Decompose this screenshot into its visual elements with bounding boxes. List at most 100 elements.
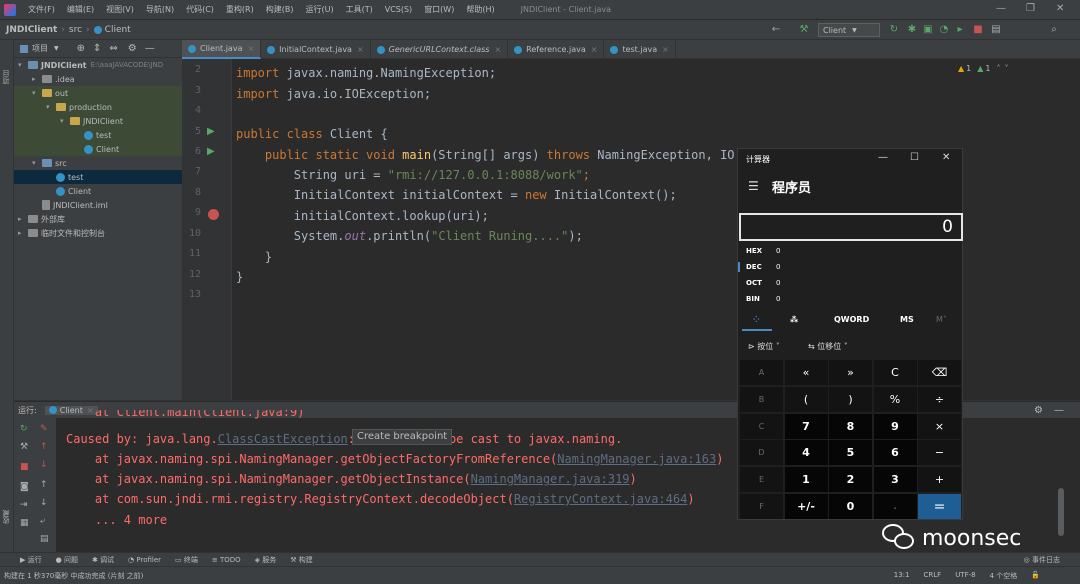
arrow-up-icon[interactable]: ↑ [40,442,48,452]
menu-window[interactable]: 窗口(W) [418,4,460,15]
menu-code[interactable]: 代码(C) [180,4,220,15]
tree-node[interactable]: ▸ .idea [14,72,182,86]
key-shift-right[interactable]: » [829,360,872,385]
wrench-icon[interactable]: ⚒ [20,442,28,452]
close-tab-icon[interactable]: × [662,45,669,54]
project-panel-title[interactable]: 项目 [32,43,48,54]
key-digit-5[interactable]: 5 [829,440,872,466]
key-hex-a[interactable]: A [740,360,783,385]
coverage-icon[interactable]: ▣ [922,24,934,36]
tab-reference-java[interactable]: Reference.java × [508,40,605,59]
project-tool-tab[interactable]: 项目 [1,70,13,84]
key-minus[interactable]: − [918,440,961,466]
tree-node[interactable]: ▾ src [14,156,182,170]
camera-icon[interactable]: ◙ [20,482,29,492]
tree-node[interactable]: ▾ out [14,86,182,100]
profile-icon[interactable]: ◔ [938,24,950,36]
memory-recall-button[interactable]: M˅ [936,315,947,324]
run-gutter-icon[interactable]: ▶ [207,126,215,137]
tab-client-java[interactable]: Client.java × [182,40,262,59]
chevron-up-icon[interactable]: ˄ [997,64,1001,73]
tool-tab-build[interactable]: ⚒ 构建 [290,555,313,565]
key-digit-4[interactable]: 4 [784,440,828,466]
key-hex-f[interactable]: F [740,494,783,519]
radix-hex[interactable]: HEX 0 [746,247,780,255]
radix-bin[interactable]: BIN 0 [746,295,780,303]
close-icon[interactable]: ✕ [942,152,950,163]
tree-node[interactable]: test [14,170,182,184]
key-digit-3[interactable]: 3 [873,467,917,493]
word-size-button[interactable]: QWORD [834,315,869,324]
close-window-icon[interactable]: ✕ [1056,3,1064,14]
minimize-icon[interactable]: — [878,152,888,163]
lock-icon[interactable]: 🔓 [1031,571,1040,581]
key-hex-b[interactable]: B [740,386,783,412]
tool-tab-debug[interactable]: ✱ 调试 [92,555,114,565]
tree-node[interactable]: Client [14,142,182,156]
tree-node[interactable]: ▸ 临时文件和控制台 [14,226,182,240]
radix-oct[interactable]: OCT 0 [746,279,780,287]
menu-tools[interactable]: 工具(T) [340,4,379,15]
rerun-icon[interactable]: ↻ [20,424,28,434]
hamburger-menu-icon[interactable]: ☰ [748,179,759,193]
key-hex-d[interactable]: D [740,440,783,466]
line-separator[interactable]: CRLF [924,571,942,581]
key-digit-9[interactable]: 9 [873,413,917,439]
project-structure-icon[interactable]: ▤ [990,24,1002,36]
chevron-down-icon[interactable]: ▾ [46,103,54,111]
key-close-paren[interactable]: ) [829,386,872,412]
menu-help[interactable]: 帮助(H) [460,4,500,15]
key-digit-7[interactable]: 7 [784,413,828,439]
chevron-right-icon[interactable]: ▸ [18,215,26,223]
key-multiply[interactable]: × [918,413,961,439]
maximize-icon[interactable]: ☐ [910,152,919,163]
key-percent[interactable]: % [873,386,917,412]
tree-node[interactable]: ▾ JNDIClient E:\aaaJAVACODE\JND [14,58,182,72]
minimize-icon[interactable]: — [996,3,1006,14]
key-negate[interactable]: +/- [784,494,828,519]
chevron-right-icon[interactable]: ▸ [18,229,26,237]
tool-tab-problems[interactable]: ● 问题 [56,555,78,565]
scroll-up-icon[interactable]: ↑ [40,480,48,490]
key-digit-8[interactable]: 8 [829,413,872,439]
tab-genericurlcontext-class[interactable]: GenericURLContext.class × [371,40,509,59]
tab-initialcontext-java[interactable]: InitialContext.java × [261,40,371,59]
arrow-down-icon[interactable]: ↓ [40,460,48,470]
key-hex-c[interactable]: C [740,413,783,439]
stack-link[interactable]: NamingManager.java:163 [557,452,716,466]
chevron-down-icon[interactable]: ▾ [32,89,40,97]
tree-node[interactable]: ▾ JNDIClient [14,114,182,128]
menu-vcs[interactable]: VCS(S) [379,5,418,14]
key-equals[interactable]: = [918,494,961,519]
chevron-down-icon[interactable]: ˅ [1005,64,1009,73]
tool-tab-run[interactable]: ▶ 运行 [20,555,42,565]
hide-panel-icon[interactable]: — [1054,405,1064,416]
layout-icon[interactable]: ▦ [20,518,29,528]
soft-wrap-icon[interactable]: ⤶ [40,516,45,526]
breadcrumb-class[interactable]: Client [105,25,131,35]
key-backspace[interactable]: ⌫ [918,360,961,385]
run-more-icon[interactable]: ▸ [954,24,966,36]
favorites-tool-tab[interactable]: 收藏 [1,510,13,524]
key-plus[interactable]: + [918,467,961,493]
key-open-paren[interactable]: ( [784,386,828,412]
chevron-down-icon[interactable]: ▾ [32,159,40,167]
gear-icon[interactable]: ⚙ [1034,405,1043,416]
key-digit-1[interactable]: 1 [784,467,828,493]
menu-run[interactable]: 运行(U) [299,4,339,15]
menu-edit[interactable]: 编辑(E) [61,4,100,15]
back-icon[interactable]: ← [770,24,782,36]
debug-bug-icon[interactable]: ✱ [906,24,918,36]
stack-link[interactable]: NamingManager.java:319 [471,472,630,486]
rerun-icon[interactable]: ↻ [888,24,900,36]
key-shift-left[interactable]: « [784,360,828,385]
key-digit-2[interactable]: 2 [829,467,872,493]
chevron-down-icon[interactable]: ▼ [54,45,59,52]
gear-icon[interactable]: ⚙ [128,43,137,54]
tab-test-java[interactable]: test.java × [604,40,676,59]
memory-store-button[interactable]: MS [900,315,914,324]
chevron-down-icon[interactable]: ▾ [18,61,26,69]
restore-icon[interactable]: ❐ [1026,3,1035,14]
stack-link[interactable]: RegistryContext.java:464 [514,492,687,506]
breakpoint-icon[interactable] [208,209,219,220]
